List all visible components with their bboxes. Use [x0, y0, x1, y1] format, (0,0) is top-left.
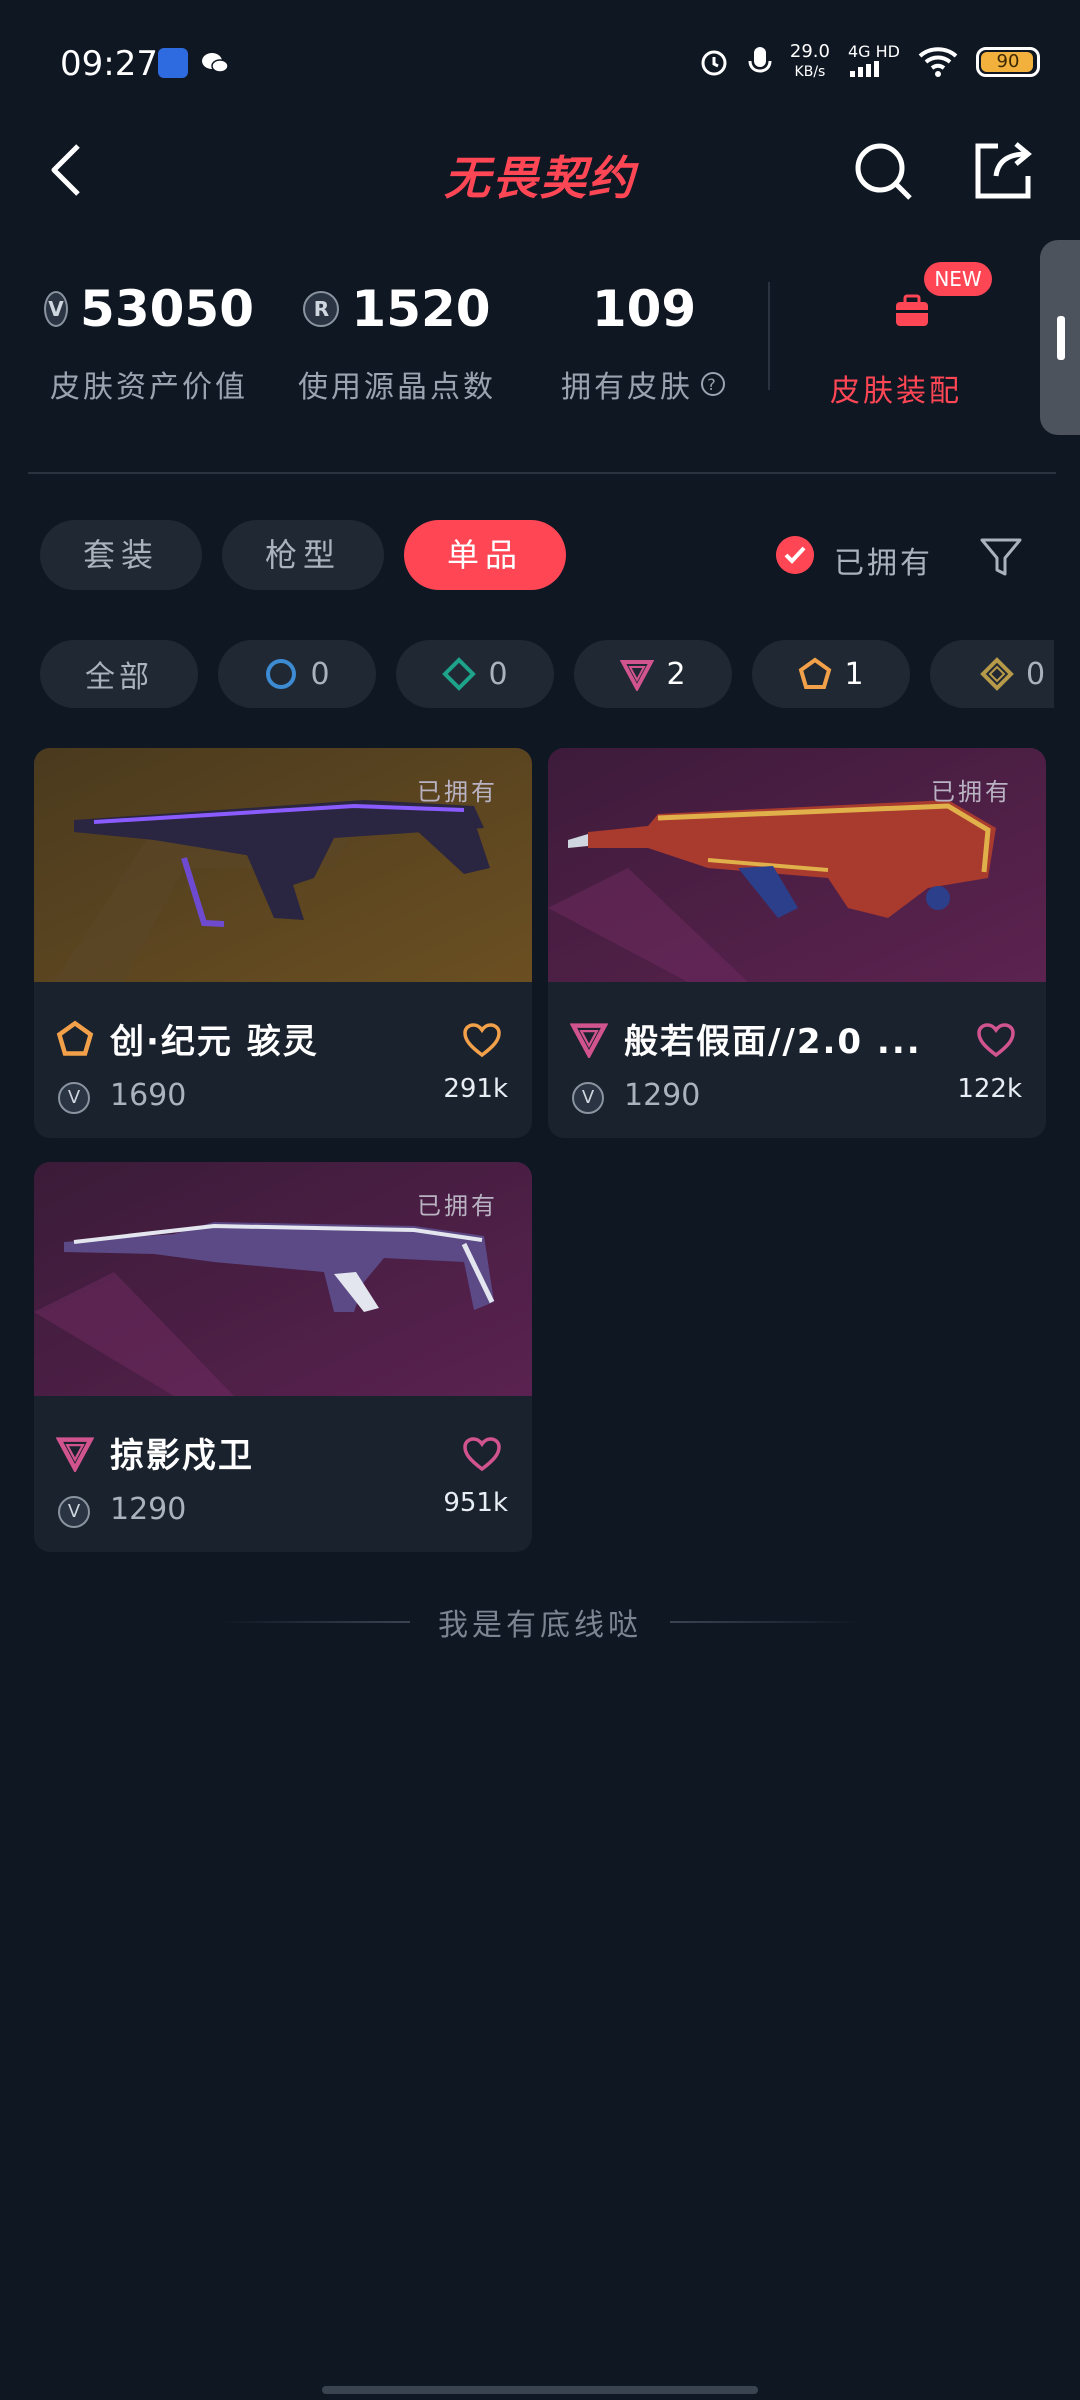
vp-coin-icon: V [58, 1496, 90, 1528]
chip-count: 0 [1026, 656, 1046, 692]
side-drawer-handle[interactable] [1040, 240, 1080, 435]
stat-asset-value: V 53050 皮肤资产价值 [44, 280, 254, 406]
skin-name: 创·纪元 骇灵 [110, 1022, 319, 1062]
chip-count: 1 [844, 656, 864, 692]
like-count: 122k [957, 1074, 1022, 1104]
wifi-icon [918, 47, 958, 77]
tab-weapon-types[interactable]: 枪型 [222, 520, 384, 590]
exclusive-tier-icon [799, 657, 832, 689]
skin-loadout-button[interactable]: 皮肤装配 [830, 366, 962, 410]
select-tier-icon [266, 659, 297, 689]
svg-text:?: ? [707, 375, 719, 394]
radianite-points-label: 使用源晶点数 [298, 370, 496, 405]
skin-name: 般若假面//2.0 ... [624, 1022, 922, 1062]
skin-card[interactable]: 已拥有 掠影戍卫 V 1290 951k [34, 1162, 532, 1552]
network-type: 4G HD [847, 42, 900, 61]
app-notification-icon [158, 48, 188, 78]
chip-label: 全部 [85, 660, 153, 695]
stat-owned-skins: 109 拥有皮肤 ? [554, 280, 734, 406]
status-bar: 09:27 29.0 KB/s 4G HD 90 [0, 0, 1080, 130]
rarity-chip-all[interactable]: 全部 [40, 640, 198, 708]
like-count: 291k [443, 1074, 508, 1104]
tab-bundles[interactable]: 套装 [40, 520, 202, 590]
skin-price: 1690 [110, 1078, 187, 1113]
asset-value: 53050 [80, 280, 254, 338]
battery-indicator: 90 [976, 47, 1040, 77]
home-indicator[interactable] [322, 2386, 758, 2394]
premium-tier-icon [620, 660, 655, 691]
owned-skins-label: 拥有皮肤 [561, 370, 693, 405]
vp-coin-icon: V [572, 1082, 604, 1114]
page-title: 无畏契约 [444, 151, 636, 205]
owned-skins-count: 109 [591, 280, 697, 338]
status-time: 09:27 [60, 44, 158, 84]
rarity-chip-ultra[interactable]: 0 [930, 640, 1054, 708]
owned-filter-label[interactable]: 已拥有 [834, 538, 933, 582]
microphone-icon [748, 47, 772, 73]
skin-card[interactable]: 已拥有 创·纪元 骇灵 V 1690 291k [34, 748, 532, 1138]
owned-tag: 已拥有 [931, 778, 1012, 806]
vp-coin-icon: V [58, 1082, 90, 1114]
signal-icon [849, 61, 879, 77]
net-speed-value: 29.0 [789, 41, 830, 62]
chip-count: 2 [666, 656, 686, 692]
tab-single-items[interactable]: 单品 [404, 520, 566, 590]
end-of-list-text: 我是有底线哒 [438, 1608, 642, 1643]
skin-price: 1290 [110, 1492, 187, 1527]
search-icon[interactable] [850, 138, 916, 204]
heart-icon[interactable] [462, 1436, 502, 1472]
owned-tag: 已拥有 [417, 1192, 498, 1220]
owned-tag: 已拥有 [417, 778, 498, 806]
vp-coin-icon: V [44, 291, 69, 327]
rarity-chip-premium[interactable]: 2 [574, 640, 732, 708]
rarity-chip-select[interactable]: 0 [218, 640, 376, 708]
like-count: 951k [443, 1488, 508, 1518]
app-header: 无畏契约 [0, 120, 1080, 220]
skin-price: 1290 [624, 1078, 701, 1113]
share-icon[interactable] [970, 138, 1036, 204]
premium-tier-icon [56, 1437, 94, 1472]
rarity-chip-exclusive[interactable]: 1 [752, 640, 910, 708]
radianite-points: 1520 [351, 280, 491, 338]
loadout-bag-icon[interactable] [892, 290, 932, 330]
premium-tier-icon [570, 1023, 608, 1058]
ultra-tier-icon [980, 657, 1014, 691]
new-badge: NEW [924, 262, 992, 296]
stats-divider [768, 282, 770, 390]
battery-level: 90 [996, 51, 1020, 72]
stat-radianite: R 1520 使用源晶点数 [292, 280, 502, 406]
deluxe-tier-icon [442, 657, 477, 691]
owned-checkbox[interactable] [776, 536, 814, 574]
heart-icon[interactable] [976, 1022, 1016, 1058]
section-divider [28, 472, 1056, 474]
skin-card[interactable]: 已拥有 般若假面//2.0 ... V 1290 122k [548, 748, 1046, 1138]
chip-count: 0 [488, 656, 508, 692]
radianite-coin-icon: R [303, 291, 340, 327]
exclusive-tier-icon [56, 1020, 94, 1056]
rarity-chip-deluxe[interactable]: 0 [396, 640, 554, 708]
help-icon[interactable]: ? [699, 370, 727, 398]
heart-icon[interactable] [462, 1022, 502, 1058]
filter-icon[interactable] [978, 534, 1024, 580]
net-speed-unit: KB/s [794, 64, 826, 80]
chip-count: 0 [310, 656, 330, 692]
alarm-icon [701, 50, 727, 76]
skin-name: 掠影戍卫 [110, 1436, 254, 1476]
wechat-icon [202, 53, 229, 73]
asset-value-label: 皮肤资产价值 [50, 370, 248, 405]
